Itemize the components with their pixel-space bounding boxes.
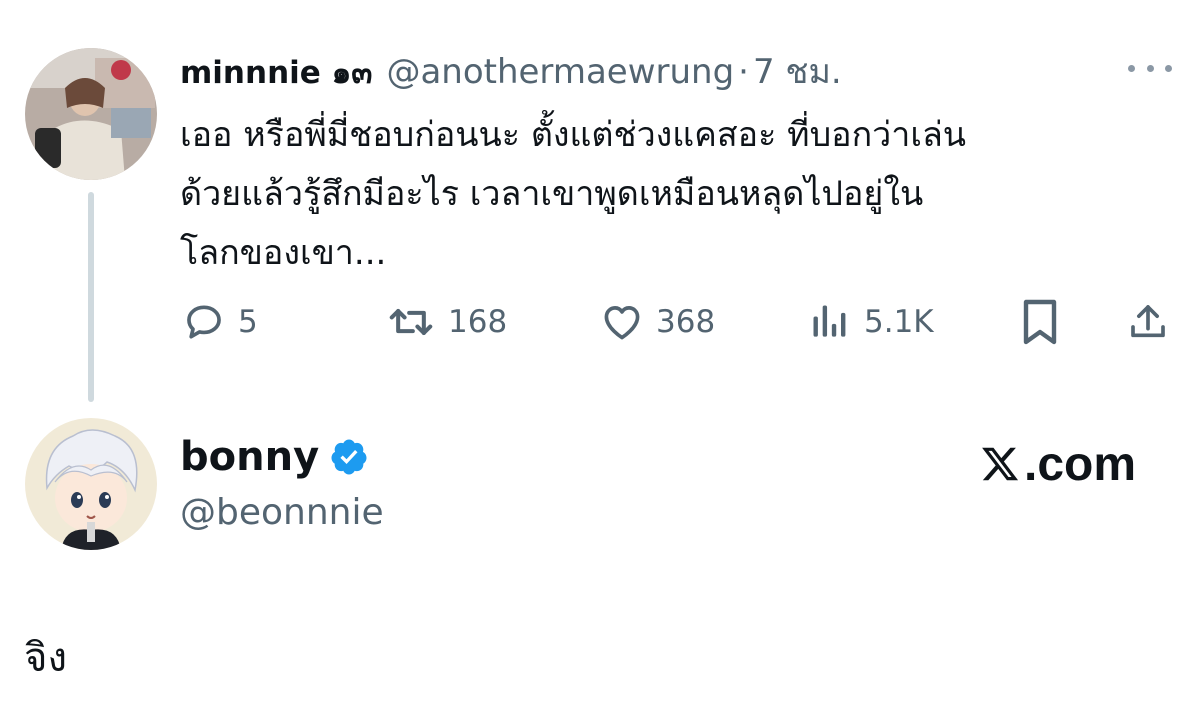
share-button[interactable] (1128, 298, 1168, 346)
brand-domain-text: .com (1024, 437, 1137, 491)
bookmark-icon (1023, 299, 1057, 345)
main-tweet-text: จิง (24, 635, 67, 681)
views-button[interactable]: 5.1K (808, 298, 934, 346)
verified-badge-icon (331, 439, 367, 475)
ellipsis-icon (1128, 64, 1135, 72)
like-count: 368 (656, 304, 716, 340)
reply-icon (187, 305, 221, 339)
reply-display-name[interactable]: minnnie ๑๓ (180, 53, 372, 93)
more-options-button[interactable] (1128, 58, 1172, 78)
reply-tweet-text: เออ หรือพี่มี่ชอบก่อนนะ ตั้งแต่ช่วงแคสอะ… (180, 106, 1170, 283)
reply-separator: · (738, 52, 749, 92)
retweet-count: 168 (448, 304, 508, 340)
reply-header: minnnie ๑๓ @anothermaewrung · 7 ชม. (180, 52, 842, 92)
heart-icon (604, 306, 640, 340)
reply-handle[interactable]: @anothermaewrung (386, 52, 734, 92)
retweet-button[interactable]: 168 (386, 298, 507, 346)
reply-count: 5 (238, 304, 258, 340)
bookmark-button[interactable] (1020, 298, 1060, 346)
ellipsis-icon (1165, 64, 1172, 72)
x-logo-icon (982, 447, 1019, 481)
views-count: 5.1K (864, 304, 934, 340)
share-icon (1131, 305, 1165, 338)
reply-text-line: ด้วยแล้วรู้สึกมีอะไร เวลาเขาพูดเหมือนหลุ… (180, 174, 924, 214)
reply-button[interactable]: 5 (182, 298, 258, 346)
author-avatar[interactable] (25, 418, 157, 550)
author-display-name[interactable]: bonny (180, 434, 319, 480)
ellipsis-icon (1146, 64, 1154, 72)
like-button[interactable]: 368 (600, 298, 715, 346)
reply-author-avatar[interactable] (25, 48, 157, 180)
retweet-icon (389, 308, 433, 336)
views-chart-icon (813, 305, 846, 337)
author-name-row: bonny (180, 432, 369, 482)
x-com-brand: .com (980, 436, 1136, 492)
author-handle[interactable]: @beonnnie (180, 490, 384, 536)
reply-text-line: โลกของเขา... (180, 233, 387, 273)
thread-connector-line (88, 192, 94, 402)
reply-text-line: เออ หรือพี่มี่ชอบก่อนนะ ตั้งแต่ช่วงแคสอะ… (180, 115, 967, 155)
reply-timestamp[interactable]: 7 ชม. (753, 52, 842, 92)
